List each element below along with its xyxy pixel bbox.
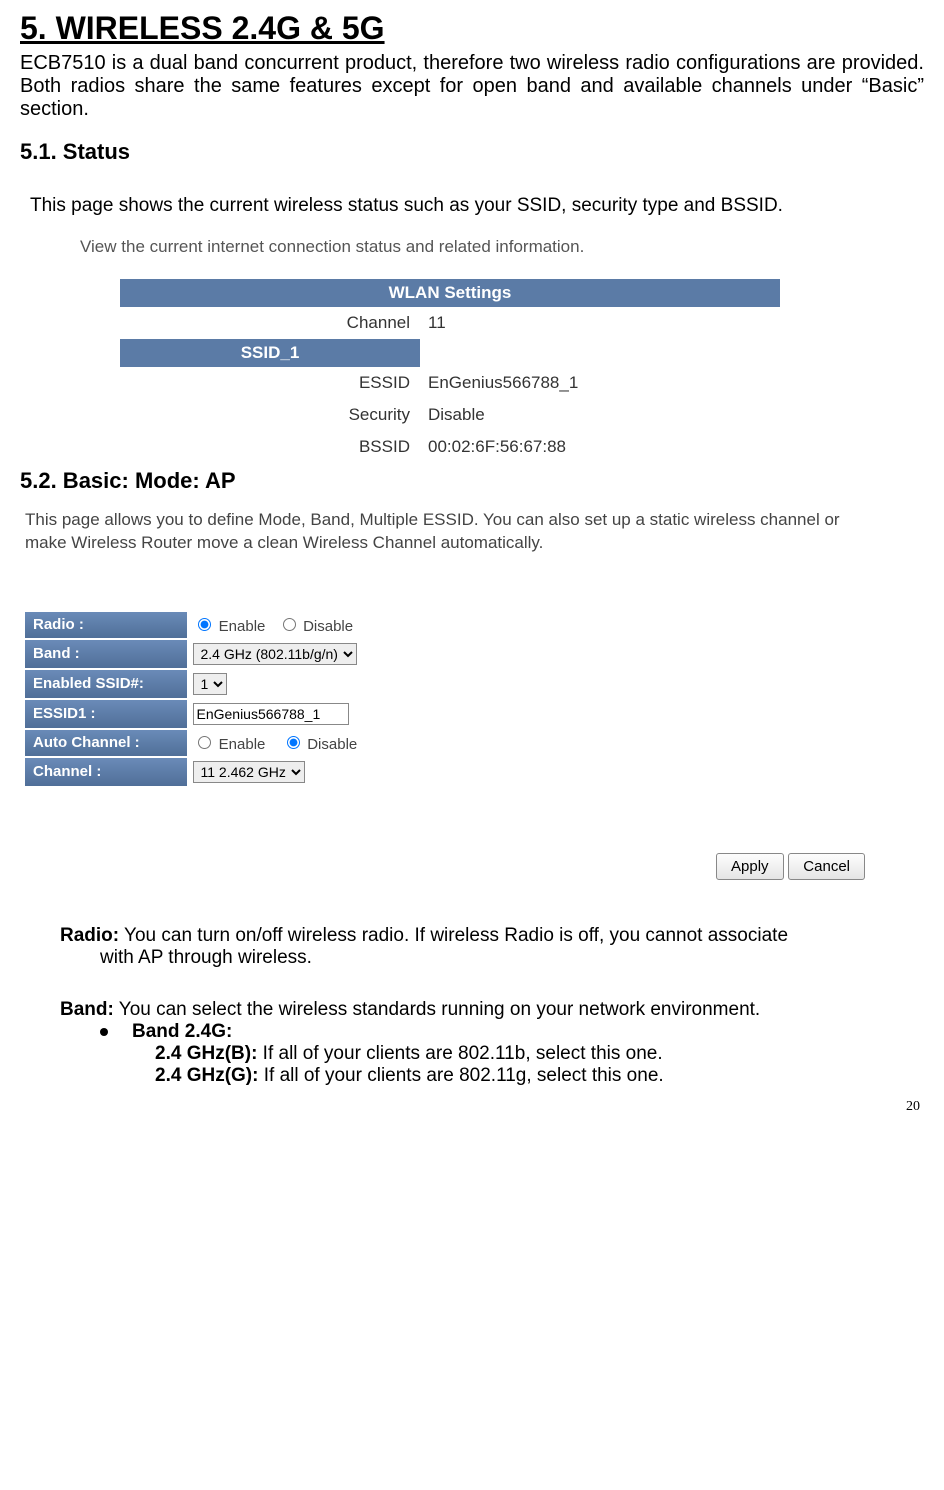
- heading-5-2: 5.2. Basic: Mode: AP: [20, 468, 924, 494]
- radio-definition: Radio: You can turn on/off wireless radi…: [60, 925, 924, 969]
- basic-caption: This page allows you to define Mode, Ban…: [25, 509, 885, 555]
- radio-disable-option[interactable]: [283, 618, 296, 631]
- channel-label: Channel: [120, 307, 420, 339]
- enabled-ssid-row-label: Enabled SSID#:: [25, 670, 187, 698]
- intro-paragraph: ECB7510 is a dual band concurrent produc…: [20, 52, 924, 121]
- wlan-status-screenshot: View the current internet connection sta…: [80, 237, 790, 463]
- radio-body-line1: You can turn on/off wireless radio. If w…: [119, 925, 788, 946]
- cancel-button[interactable]: Cancel: [788, 853, 865, 880]
- heading-5-1: 5.1. Status: [20, 139, 924, 165]
- security-value: Disable: [420, 399, 780, 431]
- bssid-label: BSSID: [120, 431, 420, 463]
- basic-mode-screenshot: This page allows you to define Mode, Ban…: [25, 509, 885, 880]
- auto-channel-disable-option[interactable]: [287, 736, 300, 749]
- enabled-ssid-select[interactable]: 1: [193, 673, 227, 695]
- auto-channel-enable-option[interactable]: [198, 736, 211, 749]
- band-term: Band:: [60, 999, 114, 1020]
- page-number: 20: [20, 1099, 920, 1115]
- channel-select[interactable]: 11 2.462 GHz: [193, 761, 305, 783]
- status-caption: View the current internet connection sta…: [80, 237, 790, 257]
- channel-row-label: Channel :: [25, 758, 187, 786]
- auto-channel-row-label: Auto Channel :: [25, 730, 187, 756]
- band-body: You can select the wireless standards ru…: [114, 999, 760, 1020]
- band-definition: Band: You can select the wireless standa…: [60, 999, 924, 1087]
- radio-enable-option[interactable]: [198, 618, 211, 631]
- heading-5: 5. WIRELESS 2.4G & 5G: [20, 10, 924, 47]
- security-label: Security: [120, 399, 420, 431]
- apply-button[interactable]: Apply: [716, 853, 784, 880]
- ghz-g-term: 2.4 GHz(G):: [155, 1065, 258, 1086]
- ghz-b-term: 2.4 GHz(B):: [155, 1043, 257, 1064]
- radio-enable-text: Enable: [219, 618, 266, 635]
- auto-enable-text: Enable: [219, 736, 266, 753]
- essid-value: EnGenius566788_1: [420, 367, 780, 399]
- band-24g-label: Band 2.4G:: [132, 1021, 232, 1042]
- bssid-value: 00:02:6F:56:67:88: [420, 431, 780, 463]
- status-description: This page shows the current wireless sta…: [30, 195, 924, 217]
- ghz-g-body: If all of your clients are 802.11g, sele…: [258, 1065, 663, 1086]
- auto-disable-text: Disable: [307, 736, 357, 753]
- radio-row-label: Radio :: [25, 612, 187, 638]
- radio-body-line2: with AP through wireless.: [100, 947, 924, 969]
- wlan-settings-header: WLAN Settings: [120, 279, 780, 307]
- radio-term: Radio:: [60, 925, 119, 946]
- essid1-input[interactable]: [193, 703, 349, 725]
- radio-disable-text: Disable: [303, 618, 353, 635]
- bullet-icon: [100, 1028, 108, 1036]
- essid-label: ESSID: [120, 367, 420, 399]
- ssid-1-header: SSID_1: [120, 339, 420, 367]
- band-select[interactable]: 2.4 GHz (802.11b/g/n): [193, 643, 357, 665]
- essid1-row-label: ESSID1 :: [25, 700, 187, 728]
- ghz-b-body: If all of your clients are 802.11b, sele…: [257, 1043, 662, 1064]
- band-row-label: Band :: [25, 640, 187, 668]
- channel-value: 11: [420, 307, 780, 339]
